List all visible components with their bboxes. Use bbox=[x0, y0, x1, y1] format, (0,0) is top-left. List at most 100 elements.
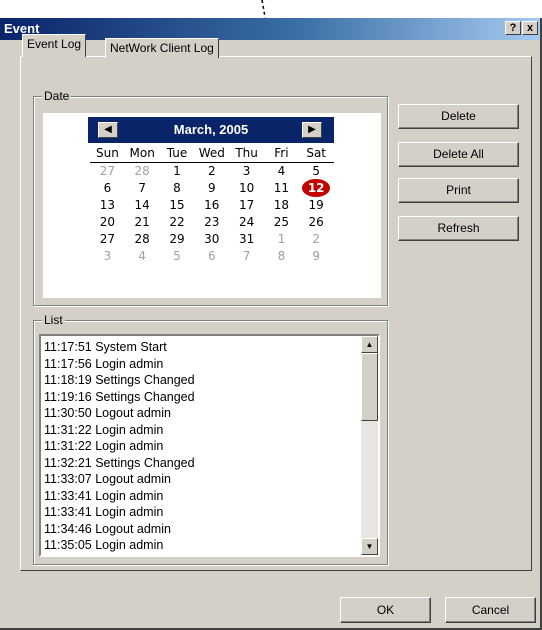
calendar-day-other-month[interactable]: 4 bbox=[125, 248, 160, 265]
calendar-day[interactable]: 27 bbox=[90, 231, 125, 248]
calendar-header: ◀ March, 2005 ▶ bbox=[88, 117, 334, 143]
calendar-day[interactable]: 19 bbox=[299, 197, 334, 214]
scroll-thumb[interactable] bbox=[361, 353, 378, 421]
calendar-week: 27 28 1 2 3 4 5 bbox=[90, 163, 334, 180]
list-item[interactable]: 11:33:07 Logout admin bbox=[44, 471, 360, 488]
weekday-label: Fri bbox=[274, 146, 289, 160]
calendar-day[interactable]: 29 bbox=[160, 231, 195, 248]
list-item[interactable]: 11:18:19 Settings Changed bbox=[44, 372, 360, 389]
scroll-down-button[interactable]: ▼ bbox=[361, 538, 378, 555]
calendar-day[interactable]: 15 bbox=[160, 197, 195, 214]
calendar: ◀ March, 2005 ▶ Sun Mon Tue Wed Thu Fri … bbox=[43, 113, 381, 298]
list-item[interactable]: 11:32:21 Settings Changed bbox=[44, 455, 360, 472]
tab-event-log[interactable]: Event Log bbox=[22, 34, 87, 57]
event-log-list[interactable]: 11:17:51 System Start 11:17:56 Login adm… bbox=[39, 334, 380, 557]
selected-day-label: 12 bbox=[307, 181, 325, 195]
left-triangle-icon: ◀ bbox=[104, 124, 112, 135]
calendar-day[interactable]: 22 bbox=[160, 214, 195, 231]
calendar-day-other-month[interactable]: 7 bbox=[229, 248, 264, 265]
cancel-button[interactable]: Cancel bbox=[445, 597, 536, 623]
calendar-day[interactable]: 26 bbox=[299, 214, 334, 231]
list-item[interactable]: 11:17:56 Login admin bbox=[44, 356, 360, 373]
calendar-grid: Sun Mon Tue Wed Thu Fri Sat 27 28 1 2 3 … bbox=[90, 145, 334, 265]
calendar-week: 20 21 22 23 24 25 26 bbox=[90, 214, 334, 231]
calendar-day-other-month[interactable]: 6 bbox=[194, 248, 229, 265]
calendar-day[interactable]: 5 bbox=[299, 163, 334, 180]
scroll-up-button[interactable]: ▲ bbox=[361, 336, 378, 353]
calendar-day-other-month[interactable]: 8 bbox=[264, 248, 299, 265]
event-log-items: 11:17:51 System Start 11:17:56 Login adm… bbox=[44, 339, 360, 554]
vertical-scrollbar[interactable]: ▲ ▼ bbox=[361, 336, 378, 555]
list-item[interactable]: 11:19:16 Settings Changed bbox=[44, 389, 360, 406]
calendar-week: 3 4 5 6 7 8 9 bbox=[90, 248, 334, 265]
list-item[interactable]: 11:34:46 Logout admin bbox=[44, 521, 360, 538]
calendar-day[interactable]: 3 bbox=[229, 163, 264, 180]
calendar-week: 27 28 29 30 31 1 2 bbox=[90, 231, 334, 248]
list-item[interactable]: 11:30:50 Logout admin bbox=[44, 405, 360, 422]
calendar-day[interactable]: 2 bbox=[194, 163, 229, 180]
calendar-day[interactable]: 4 bbox=[264, 163, 299, 180]
calendar-month-title: March, 2005 bbox=[173, 122, 249, 137]
weekday-label: Wed bbox=[198, 146, 225, 160]
calendar-day[interactable]: 16 bbox=[194, 197, 229, 214]
list-item[interactable]: 11:17:51 System Start bbox=[44, 339, 360, 356]
calendar-day-other-month[interactable]: 1 bbox=[264, 231, 299, 248]
calendar-day-selected[interactable]: 12 bbox=[299, 179, 334, 197]
weekday-label: Tue bbox=[166, 146, 188, 160]
refresh-button[interactable]: Refresh bbox=[398, 216, 519, 241]
list-group-label: List bbox=[42, 313, 65, 327]
weekday-label: Sat bbox=[306, 146, 327, 160]
calendar-day[interactable]: 8 bbox=[160, 180, 195, 197]
right-triangle-icon: ▶ bbox=[308, 124, 316, 135]
next-month-button[interactable]: ▶ bbox=[302, 122, 322, 138]
delete-all-button[interactable]: Delete All bbox=[398, 142, 519, 167]
tab-network-client-log[interactable]: NetWork Client Log bbox=[105, 38, 219, 58]
up-arrow-icon: ▲ bbox=[365, 340, 374, 349]
calendar-day[interactable]: 13 bbox=[90, 197, 125, 214]
calendar-day[interactable]: 20 bbox=[90, 214, 125, 231]
weekday-label: Thu bbox=[235, 146, 258, 160]
list-item[interactable]: 11:35:05 Login admin bbox=[44, 537, 360, 554]
prev-month-button[interactable]: ◀ bbox=[98, 122, 118, 138]
calendar-week: 6 7 8 9 10 11 12 bbox=[90, 179, 334, 197]
date-group-label: Date bbox=[42, 89, 72, 103]
calendar-day[interactable]: 10 bbox=[229, 180, 264, 197]
calendar-week: 13 14 15 16 17 18 19 bbox=[90, 197, 334, 214]
calendar-day[interactable]: 11 bbox=[264, 180, 299, 197]
weekday-label: Mon bbox=[129, 146, 155, 160]
calendar-day[interactable]: 14 bbox=[125, 197, 160, 214]
list-item[interactable]: 11:33:41 Login admin bbox=[44, 488, 360, 505]
help-button[interactable]: ? bbox=[505, 21, 521, 35]
weekday-row: Sun Mon Tue Wed Thu Fri Sat bbox=[90, 145, 334, 163]
list-item[interactable]: 11:31:22 Login admin bbox=[44, 438, 360, 455]
calendar-day[interactable]: 21 bbox=[125, 214, 160, 231]
calendar-day[interactable]: 28 bbox=[125, 231, 160, 248]
list-item[interactable]: 11:31:22 Login admin bbox=[44, 422, 360, 439]
print-button[interactable]: Print bbox=[398, 178, 519, 203]
calendar-day[interactable]: 9 bbox=[194, 180, 229, 197]
calendar-day[interactable]: 25 bbox=[264, 214, 299, 231]
calendar-day[interactable]: 23 bbox=[194, 214, 229, 231]
calendar-day[interactable]: 6 bbox=[90, 180, 125, 197]
calendar-day-other-month[interactable]: 2 bbox=[299, 231, 334, 248]
calendar-day-other-month[interactable]: 5 bbox=[160, 248, 195, 265]
delete-button[interactable]: Delete bbox=[398, 104, 519, 129]
calendar-day[interactable]: 1 bbox=[160, 163, 195, 180]
tab-event-log-label: Event Log bbox=[27, 37, 82, 51]
calendar-day-other-month[interactable]: 9 bbox=[299, 248, 334, 265]
calendar-day-other-month[interactable]: 28 bbox=[125, 163, 160, 180]
calendar-day[interactable]: 18 bbox=[264, 197, 299, 214]
calendar-day[interactable]: 30 bbox=[194, 231, 229, 248]
tab-network-client-log-label: NetWork Client Log bbox=[110, 41, 214, 55]
calendar-day[interactable]: 31 bbox=[229, 231, 264, 248]
calendar-day-other-month[interactable]: 3 bbox=[90, 248, 125, 265]
close-button[interactable]: x bbox=[522, 21, 538, 35]
calendar-day-other-month[interactable]: 27 bbox=[90, 163, 125, 180]
down-arrow-icon: ▼ bbox=[365, 542, 374, 551]
calendar-day[interactable]: 17 bbox=[229, 197, 264, 214]
calendar-day[interactable]: 24 bbox=[229, 214, 264, 231]
ok-button[interactable]: OK bbox=[340, 597, 431, 623]
list-item[interactable]: 11:33:41 Login admin bbox=[44, 504, 360, 521]
weekday-label: Sun bbox=[95, 146, 119, 160]
calendar-day[interactable]: 7 bbox=[125, 180, 160, 197]
